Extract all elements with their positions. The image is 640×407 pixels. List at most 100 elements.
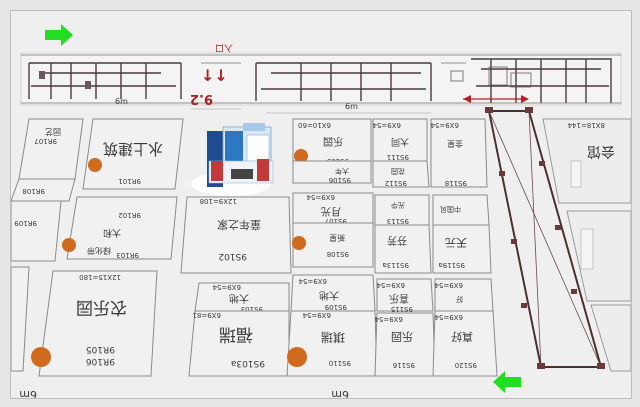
green-arrow-top[interactable] bbox=[45, 24, 73, 46]
floor-plan-svg: 入口 ↓↓ 9.2 6m 6m 6m 6m 9R107 园艺 9R108 9R1… bbox=[11, 24, 631, 398]
entrance-number: 9.2 bbox=[190, 91, 213, 106]
booth-9S115[interactable]: 6X9=54 喜乐 9S115 bbox=[376, 278, 434, 313]
svg-text:9S106: 9S106 bbox=[328, 176, 351, 184]
svg-text:6X9=81: 6X9=81 bbox=[193, 311, 221, 319]
svg-text:9S113a: 9S113a bbox=[382, 261, 409, 269]
svg-text:9S109: 9S109 bbox=[325, 303, 347, 311]
svg-text:大地: 大地 bbox=[229, 292, 249, 305]
svg-text:新星: 新星 bbox=[329, 233, 345, 243]
svg-text:福瑞: 福瑞 bbox=[219, 324, 253, 344]
svg-text:会馆: 会馆 bbox=[587, 143, 615, 159]
booth-9S106[interactable]: 大年 9S106 bbox=[292, 160, 372, 184]
svg-text:真好: 真好 bbox=[451, 330, 473, 344]
svg-text:12X9=108: 12X9=108 bbox=[200, 197, 237, 205]
svg-text:童年之家: 童年之家 bbox=[217, 218, 261, 232]
svg-text:乐园: 乐园 bbox=[391, 330, 413, 343]
map-canvas[interactable]: 入口 ↓↓ 9.2 6m 6m 6m 6m 9R107 园艺 9R108 9R1… bbox=[10, 10, 632, 399]
booth-9S112[interactable]: 花园 9S112 bbox=[372, 160, 430, 188]
booth-9S103a[interactable]: 6X9=81 福瑞 9S103a bbox=[188, 310, 290, 377]
booth-9S110[interactable]: 6X9=54 琪瑞 9S110 bbox=[286, 310, 378, 377]
svg-text:9R101: 9R101 bbox=[118, 177, 141, 185]
svg-text:6X9=54: 6X9=54 bbox=[434, 281, 463, 289]
svg-text:6X9=54: 6X9=54 bbox=[302, 311, 331, 319]
booth-9R107[interactable]: 9R107 园艺 bbox=[18, 118, 84, 180]
svg-text:6X9=54: 6X9=54 bbox=[298, 277, 327, 285]
aisle-label-top-left: 6m bbox=[115, 97, 128, 106]
svg-text:9S103a: 9S103a bbox=[231, 358, 265, 368]
booth-9S119[interactable]: 中国风 bbox=[432, 194, 490, 226]
exhibition-map-view: 入口 ↓↓ 9.2 6m 6m 6m 6m 9R107 园艺 9R108 9R1… bbox=[0, 0, 640, 407]
entrance-label: 入口 bbox=[215, 42, 233, 53]
svg-text:9S113: 9S113 bbox=[387, 217, 409, 225]
svg-text:9S110: 9S110 bbox=[329, 359, 351, 367]
svg-text:6X9=54: 6X9=54 bbox=[306, 193, 335, 201]
aisle-label-bottom-left: 6m bbox=[19, 388, 37, 398]
svg-text:月光: 月光 bbox=[321, 205, 341, 218]
svg-text:6X9=54: 6X9=54 bbox=[430, 121, 459, 129]
svg-text:天元: 天元 bbox=[445, 236, 467, 249]
booth-9R108[interactable]: 9R108 bbox=[11, 178, 76, 202]
svg-text:琪瑞: 琪瑞 bbox=[321, 330, 345, 344]
booth-9S111[interactable]: 6X9=54 大同 9S111 bbox=[372, 118, 428, 162]
svg-text:9S112: 9S112 bbox=[385, 179, 407, 187]
svg-text:9R106: 9R106 bbox=[86, 356, 115, 366]
svg-text:9R105: 9R105 bbox=[86, 344, 115, 354]
svg-text:12X15=180: 12X15=180 bbox=[79, 273, 121, 281]
booth-dot bbox=[287, 347, 307, 367]
svg-text:金星: 金星 bbox=[447, 139, 463, 149]
booth-9S116[interactable]: 6X9=54 乐园 9S116 bbox=[374, 312, 436, 377]
booth-dot bbox=[88, 158, 102, 172]
svg-text:芬芳: 芬芳 bbox=[387, 234, 407, 247]
svg-text:农乐园: 农乐园 bbox=[76, 297, 127, 317]
svg-text:大地: 大地 bbox=[319, 289, 339, 302]
svg-text:大年: 大年 bbox=[335, 167, 349, 176]
booth-9S120[interactable]: 6X9=54 真好 9S120 bbox=[432, 310, 498, 377]
booth-9S113a[interactable]: 芬芳 9S113a bbox=[374, 224, 432, 274]
booth-9S120a[interactable]: 6X9=54 好 bbox=[434, 278, 494, 312]
svg-text:花园: 花园 bbox=[391, 167, 405, 176]
booth-left-edge[interactable] bbox=[11, 266, 30, 372]
booth-dot bbox=[31, 347, 51, 367]
svg-text:9R108: 9R108 bbox=[22, 187, 45, 195]
svg-text:水上建筑: 水上建筑 bbox=[103, 140, 163, 158]
svg-text:6X9=54: 6X9=54 bbox=[376, 281, 405, 289]
top-building-plan bbox=[20, 52, 622, 106]
booth-9S113[interactable]: 光华 9S113 bbox=[374, 194, 430, 226]
aisle-label-bottom-center: 6m bbox=[331, 388, 349, 398]
booth-dot bbox=[62, 238, 76, 252]
svg-text:9R103: 9R103 bbox=[116, 251, 139, 259]
svg-text:9S116: 9S116 bbox=[392, 361, 415, 369]
svg-text:乐园: 乐园 bbox=[323, 135, 343, 147]
booth-9S108[interactable]: 新星 9S108 bbox=[292, 222, 374, 268]
booth-9R101[interactable]: 水上建筑 9R101 bbox=[82, 118, 184, 190]
svg-text:9S119a: 9S119a bbox=[438, 261, 465, 269]
booth-3d-model[interactable] bbox=[191, 123, 274, 196]
svg-text:9R107: 9R107 bbox=[34, 137, 57, 145]
svg-text:6X9=54: 6X9=54 bbox=[434, 313, 463, 321]
svg-text:大同: 大同 bbox=[391, 136, 409, 148]
svg-text:中国风: 中国风 bbox=[440, 205, 461, 214]
svg-text:9R102: 9R102 bbox=[118, 211, 141, 219]
booth-9S103[interactable]: 6X9=54 大地 9S103 bbox=[194, 282, 290, 313]
svg-text:好: 好 bbox=[456, 295, 463, 304]
booth-9S102[interactable]: 12X9=108 童年之家 9S102 bbox=[180, 196, 292, 274]
svg-text:9R109: 9R109 bbox=[14, 219, 37, 227]
door-marks bbox=[191, 108, 431, 114]
svg-text:6X10=60: 6X10=60 bbox=[298, 121, 331, 129]
right-section[interactable]: 8X18=144 会馆 bbox=[542, 118, 631, 372]
booth-9S109[interactable]: 6X9=54 大地 9S109 bbox=[290, 274, 376, 312]
svg-text:园艺: 园艺 bbox=[45, 127, 61, 136]
svg-text:6X9=54: 6X9=54 bbox=[212, 283, 241, 291]
booth-9S119a[interactable]: 天元 9S119a bbox=[432, 224, 492, 274]
booth-9R102[interactable]: 9R102 大和 绿化带 9R103 bbox=[62, 196, 178, 260]
booth-9S118[interactable]: 6X9=54 金星 9S118 bbox=[430, 118, 488, 188]
svg-text:喜乐: 喜乐 bbox=[389, 292, 409, 305]
booth-dot bbox=[292, 236, 306, 250]
svg-text:9S118: 9S118 bbox=[445, 179, 467, 187]
booth-9R109[interactable]: 9R109 bbox=[11, 200, 62, 262]
aisle-label-top-center: 6m bbox=[345, 102, 358, 111]
booth-9R105[interactable]: 农乐园 12X15=180 9R105 9R106 bbox=[31, 270, 158, 377]
svg-text:9S102: 9S102 bbox=[218, 251, 247, 261]
booth-9S107[interactable]: 6X9=54 月光 9S107 bbox=[292, 192, 374, 225]
svg-text:绿化带: 绿化带 bbox=[87, 246, 111, 256]
